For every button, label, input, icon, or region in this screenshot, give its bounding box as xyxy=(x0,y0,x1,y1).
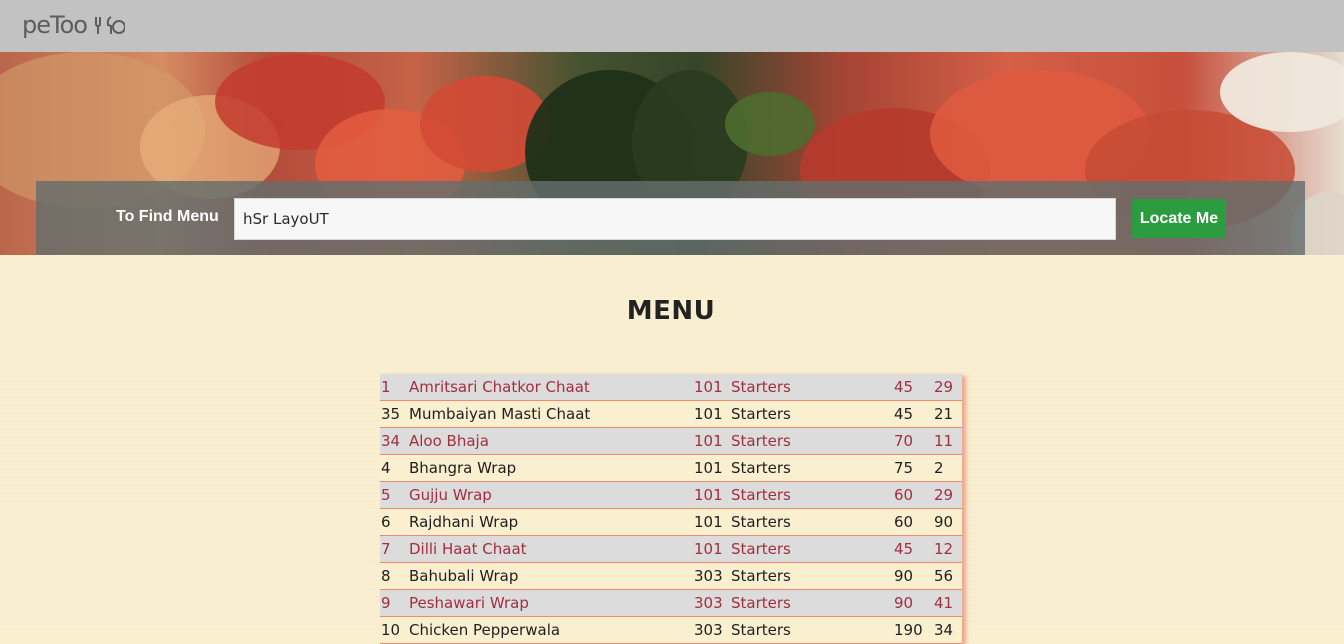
table-row[interactable]: 4 Bhangra Wrap 101 Starters 75 2 xyxy=(380,455,962,482)
item-price: 45 xyxy=(894,405,914,423)
item-quantity: 11 xyxy=(934,432,954,450)
item-id: 34 xyxy=(381,432,401,450)
item-name: Aloo Bhaja xyxy=(409,432,489,450)
menu-title: MENU xyxy=(626,296,716,326)
item-quantity: 29 xyxy=(934,486,954,504)
item-id: 8 xyxy=(381,567,391,585)
item-id: 5 xyxy=(381,486,391,504)
item-id: 6 xyxy=(381,513,391,531)
item-id: 1 xyxy=(381,378,391,396)
item-category: Starters xyxy=(731,459,791,477)
item-category: Starters xyxy=(731,513,791,531)
item-quantity: 2 xyxy=(934,459,944,477)
table-row[interactable]: 8 Bahubali Wrap 303 Starters 90 56 xyxy=(380,563,962,590)
item-category: Starters xyxy=(731,378,791,396)
item-quantity: 56 xyxy=(934,567,954,585)
item-code: 303 xyxy=(694,621,723,639)
item-id: 9 xyxy=(381,594,391,612)
item-category: Starters xyxy=(731,405,791,423)
item-quantity: 41 xyxy=(934,594,954,612)
item-name: Bhangra Wrap xyxy=(409,459,517,477)
item-price: 190 xyxy=(894,621,923,639)
item-price: 60 xyxy=(894,486,914,504)
item-category: Starters xyxy=(731,567,791,585)
item-name: Amritsari Chatkor Chaat xyxy=(409,378,590,396)
table-row[interactable]: 6 Rajdhani Wrap 101 Starters 60 90 xyxy=(380,509,962,536)
item-code: 101 xyxy=(694,513,723,531)
location-search-input[interactable] xyxy=(234,198,1116,240)
item-price: 90 xyxy=(894,594,914,612)
item-name: Mumbaiyan Masti Chaat xyxy=(409,405,591,423)
item-category: Starters xyxy=(731,432,791,450)
locate-me-button[interactable]: Locate Me xyxy=(1132,199,1226,238)
item-name: Rajdhani Wrap xyxy=(409,513,519,531)
item-category: Starters xyxy=(731,540,791,558)
item-price: 70 xyxy=(894,432,914,450)
item-code: 303 xyxy=(694,567,723,585)
item-code: 101 xyxy=(694,486,723,504)
brand-logo[interactable]: peToo xyxy=(22,8,125,42)
fork-knife-icon xyxy=(94,16,125,34)
item-quantity: 12 xyxy=(934,540,954,558)
item-quantity: 90 xyxy=(934,513,954,531)
item-name: Gujju Wrap xyxy=(409,486,492,504)
item-id: 10 xyxy=(381,621,401,639)
item-name: Dilli Haat Chaat xyxy=(409,540,527,558)
item-quantity: 34 xyxy=(934,621,954,639)
item-code: 101 xyxy=(694,432,723,450)
item-price: 60 xyxy=(894,513,914,531)
item-price: 45 xyxy=(894,378,914,396)
item-category: Starters xyxy=(731,621,791,639)
item-quantity: 29 xyxy=(934,378,954,396)
item-name: Chicken Pepperwala xyxy=(409,621,561,639)
item-price: 75 xyxy=(894,459,914,477)
table-row[interactable]: 5 Gujju Wrap 101 Starters 60 29 xyxy=(380,482,962,509)
item-id: 7 xyxy=(381,540,391,558)
item-code: 101 xyxy=(694,405,723,423)
item-name: Bahubali Wrap xyxy=(409,567,519,585)
table-row[interactable]: 9 Peshawari Wrap 303 Starters 90 41 xyxy=(380,590,962,617)
table-row[interactable]: 10 Chicken Pepperwala 303 Starters 190 3… xyxy=(380,617,962,644)
item-category: Starters xyxy=(731,486,791,504)
item-price: 45 xyxy=(894,540,914,558)
table-row[interactable]: 1 Amritsari Chatkor Chaat 101 Starters 4… xyxy=(380,374,962,401)
item-quantity: 21 xyxy=(934,405,954,423)
brand-logo-text: peToo xyxy=(22,11,88,39)
menu-table: 1 Amritsari Chatkor Chaat 101 Starters 4… xyxy=(380,374,962,644)
item-category: Starters xyxy=(731,594,791,612)
item-code: 101 xyxy=(694,540,723,558)
search-label: To Find Menu xyxy=(116,208,219,225)
table-row[interactable]: 34 Aloo Bhaja 101 Starters 70 11 xyxy=(380,428,962,455)
item-id: 35 xyxy=(381,405,401,423)
item-code: 101 xyxy=(694,459,723,477)
table-row[interactable]: 35 Mumbaiyan Masti Chaat 101 Starters 45… xyxy=(380,401,962,428)
item-code: 101 xyxy=(694,378,723,396)
item-code: 303 xyxy=(694,594,723,612)
item-id: 4 xyxy=(381,459,391,477)
item-name: Peshawari Wrap xyxy=(409,594,529,612)
item-price: 90 xyxy=(894,567,914,585)
top-navbar: peToo xyxy=(0,0,1344,52)
table-row[interactable]: 7 Dilli Haat Chaat 101 Starters 45 12 xyxy=(380,536,962,563)
